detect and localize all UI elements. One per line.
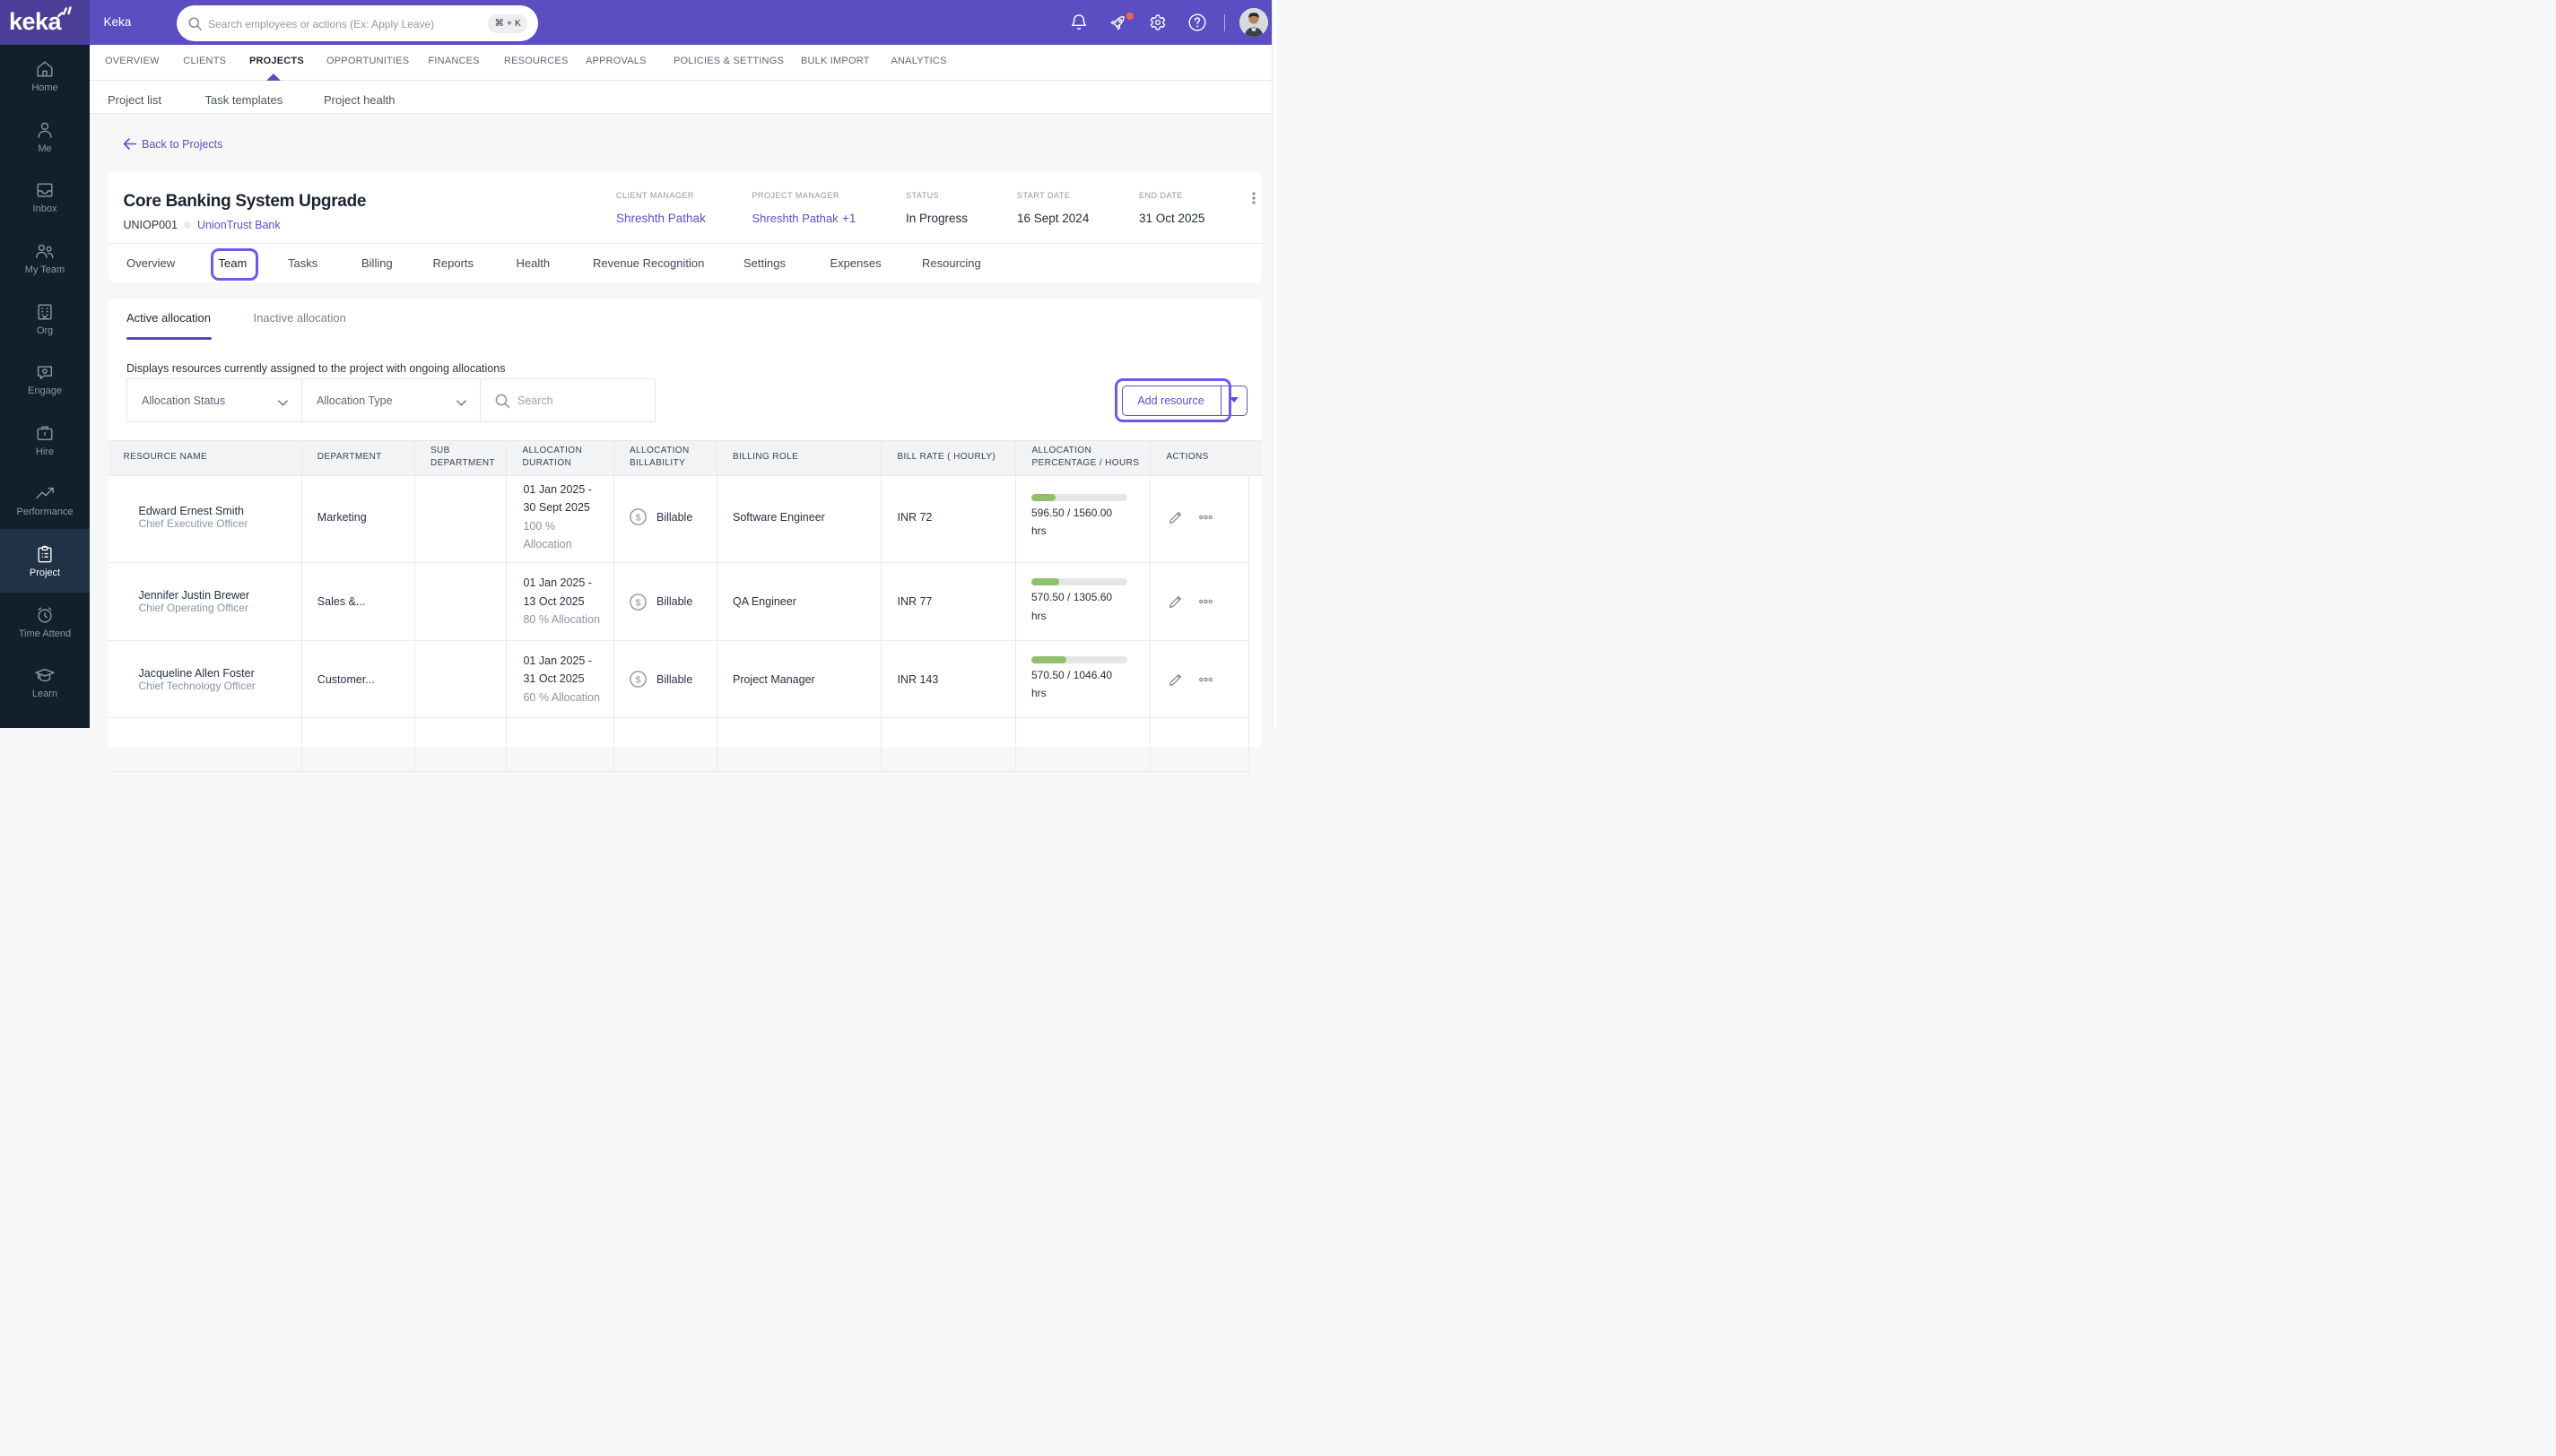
svg-text:$: $ [636,513,641,524]
svg-text:$: $ [636,597,641,608]
svg-text:$: $ [636,674,641,685]
